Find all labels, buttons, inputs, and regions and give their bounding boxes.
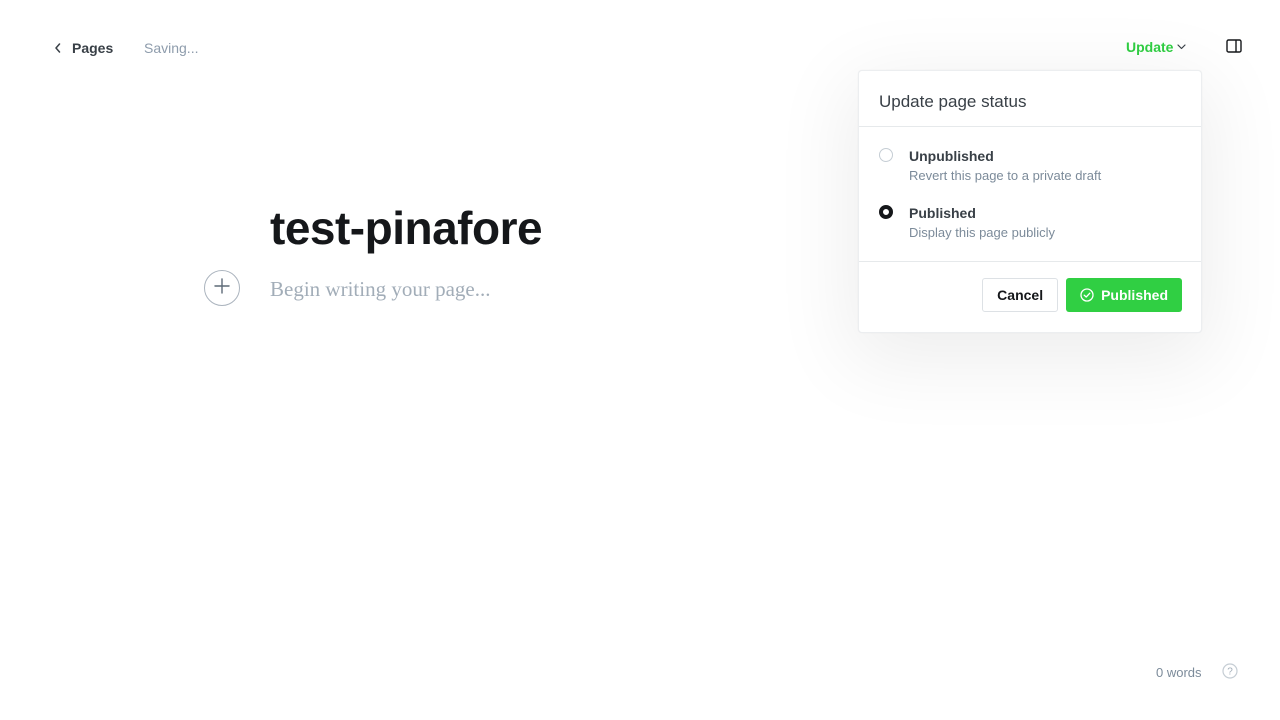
add-card-button[interactable]: [204, 270, 240, 306]
svg-text:?: ?: [1227, 666, 1233, 677]
publish-button[interactable]: Published: [1066, 278, 1182, 312]
popover-header: Update page status: [859, 71, 1201, 127]
update-label: Update: [1126, 39, 1174, 55]
status-option-unpublished[interactable]: Unpublished Revert this page to a privat…: [879, 147, 1181, 184]
published-radio[interactable]: [879, 205, 893, 219]
update-status-popover: Update page status Unpublished Revert th…: [858, 70, 1202, 333]
help-button[interactable]: ?: [1222, 662, 1238, 684]
option-title: Published: [909, 205, 976, 221]
check-circle-icon: [1080, 288, 1094, 302]
chevron-down-icon: [1177, 42, 1187, 52]
sidebar-panel-icon: [1226, 38, 1242, 58]
option-title: Unpublished: [909, 148, 994, 164]
back-link-label: Pages: [72, 40, 114, 56]
popover-title: Update page status: [879, 92, 1027, 111]
status-options: Unpublished Revert this page to a privat…: [859, 127, 1201, 262]
page-editor: Pages Saving... Update test-pinafore Beg…: [0, 0, 1280, 720]
option-description: Revert this page to a private draft: [909, 168, 1102, 183]
chevron-left-icon: [54, 43, 64, 53]
cancel-button[interactable]: Cancel: [982, 278, 1059, 312]
unpublished-radio[interactable]: [879, 148, 893, 162]
status-option-published[interactable]: Published Display this page publicly: [879, 204, 1181, 241]
plus-icon: [214, 277, 230, 299]
option-description: Display this page publicly: [909, 225, 1055, 240]
popover-actions: Cancel Published: [859, 262, 1201, 312]
save-status: Saving...: [144, 40, 199, 56]
update-dropdown-button[interactable]: Update: [1126, 39, 1187, 55]
word-count: 0 words: [1156, 665, 1202, 680]
back-to-pages-link[interactable]: Pages: [54, 38, 113, 58]
sidebar-toggle-button[interactable]: [1224, 38, 1244, 58]
publish-button-label: Published: [1101, 287, 1168, 303]
option-text: Unpublished Revert this page to a privat…: [909, 147, 1101, 184]
option-text: Published Display this page publicly: [909, 204, 1055, 241]
page-title[interactable]: test-pinafore: [270, 196, 543, 260]
body-editor[interactable]: Begin writing your page...: [270, 274, 490, 304]
question-circle-icon: ?: [1222, 662, 1238, 684]
